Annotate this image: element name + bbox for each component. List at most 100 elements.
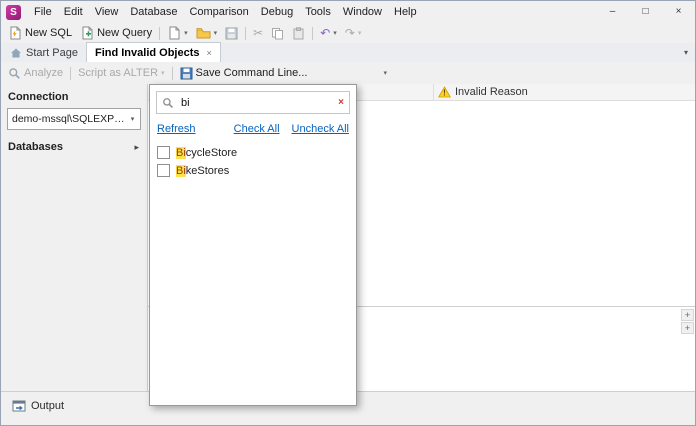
chevron-right-icon: ▸ (134, 142, 139, 153)
save-command-line-label: Save Command Line... (196, 67, 308, 79)
list-item-bicyclestore[interactable]: BicycleStore (156, 145, 350, 160)
output-icon (12, 400, 26, 412)
svg-text:!: ! (443, 89, 446, 98)
open-file-dropdown-icon[interactable]: ▾ (214, 29, 218, 37)
script-as-alter-button[interactable]: Script as ALTER ▾ (74, 66, 168, 80)
tab-find-invalid-objects[interactable]: Find Invalid Objects × (86, 42, 221, 63)
paste-icon (292, 27, 305, 40)
connection-combobox[interactable]: demo-mssql\SQLEXPRESS ▾ (7, 108, 141, 130)
popup-links-row: Refresh Check All Uncheck All (156, 123, 350, 135)
cut-button[interactable]: ✂ (249, 26, 267, 40)
tab-find-invalid-objects-label: Find Invalid Objects (95, 47, 200, 59)
uncheck-all-link[interactable]: Uncheck All (292, 123, 349, 135)
menu-item-window[interactable]: Window (337, 1, 388, 23)
maximize-button[interactable]: □ (629, 1, 662, 23)
menu-item-view[interactable]: View (89, 1, 125, 23)
command-bar-dropdown-icon[interactable]: ▾ (383, 69, 387, 77)
new-sql-icon (8, 26, 22, 40)
analyze-label: Analyze (24, 67, 63, 79)
close-button[interactable]: × (662, 1, 695, 23)
new-document-icon (167, 26, 181, 40)
check-all-link[interactable]: Check All (234, 123, 280, 135)
new-query-label: New Query (97, 27, 152, 39)
redo-dropdown-icon[interactable]: ▾ (358, 29, 362, 37)
main-toolbar: New SQL New Query ▾ ▾ ✂ ↶ ▾ (1, 23, 695, 44)
script-as-alter-label: Script as ALTER (78, 67, 158, 79)
copy-button[interactable] (267, 26, 288, 41)
database-list: BicycleStore BikeStores (156, 145, 350, 178)
warning-icon: ! (438, 86, 451, 98)
output-tab[interactable]: Output (5, 398, 71, 414)
magnifier-icon (8, 67, 21, 80)
undo-dropdown-icon[interactable]: ▾ (333, 29, 337, 37)
new-query-button[interactable]: New Query (76, 25, 156, 41)
app-window: S File Edit View Database Comparison Deb… (0, 0, 696, 426)
save-icon (225, 27, 238, 40)
app-logo-icon: S (6, 5, 21, 20)
tab-start-page[interactable]: Start Page (2, 43, 86, 62)
connection-label: Connection (8, 91, 141, 103)
menu-item-tools[interactable]: Tools (299, 1, 337, 23)
open-folder-icon (196, 27, 211, 40)
toolbar-separator (159, 27, 160, 40)
databases-expander[interactable]: Databases ▸ (7, 141, 141, 153)
minimize-button[interactable]: – (596, 1, 629, 23)
menu-item-edit[interactable]: Edit (58, 1, 89, 23)
menu-item-database[interactable]: Database (124, 1, 183, 23)
script-as-alter-dropdown-icon[interactable]: ▾ (161, 69, 165, 77)
window-controls: – □ × (596, 1, 695, 23)
new-sql-button[interactable]: New SQL (4, 25, 76, 41)
new-sql-label: New SQL (25, 27, 72, 39)
output-tab-label: Output (31, 400, 64, 412)
connection-dropdown-icon[interactable]: ▾ (125, 115, 140, 123)
save-command-line-icon (180, 67, 193, 80)
redo-icon: ↷ (345, 27, 355, 39)
pane-control-button[interactable]: + (681, 322, 694, 334)
column-header-invalid-reason[interactable]: ! Invalid Reason (434, 84, 695, 100)
bicyclestore-checkbox[interactable] (157, 146, 170, 159)
paste-button[interactable] (288, 26, 309, 41)
command-bar: Analyze Script as ALTER ▾ Save Command L… (1, 62, 695, 85)
pane-controls: + + (681, 309, 694, 334)
toolbar-separator (312, 27, 313, 40)
save-button[interactable] (221, 26, 242, 41)
document-tab-strip: Start Page Find Invalid Objects × ▾ (1, 43, 695, 63)
bicyclestore-label: BicycleStore (176, 147, 237, 159)
clear-search-icon[interactable]: × (338, 97, 344, 108)
analyze-button[interactable]: Analyze (4, 66, 67, 81)
database-search-input[interactable] (179, 96, 333, 110)
menu-bar: File Edit View Database Comparison Debug… (28, 1, 423, 23)
cut-icon: ✂ (253, 27, 263, 39)
list-item-bikestores[interactable]: BikeStores (156, 163, 350, 178)
start-page-icon (10, 47, 22, 59)
new-query-icon (80, 26, 94, 40)
menu-item-file[interactable]: File (28, 1, 58, 23)
tab-overflow-dropdown-icon[interactable]: ▾ (684, 48, 688, 57)
bikestores-checkbox[interactable] (157, 164, 170, 177)
database-search-box: × (156, 91, 350, 114)
search-icon (162, 97, 174, 109)
databases-label: Databases (8, 141, 63, 153)
new-document-dropdown-icon[interactable]: ▾ (184, 29, 188, 37)
refresh-link[interactable]: Refresh (157, 123, 196, 135)
open-file-button[interactable]: ▾ (192, 26, 222, 41)
tab-close-icon[interactable]: × (207, 48, 212, 58)
undo-icon: ↶ (320, 27, 330, 39)
redo-button[interactable]: ↷ ▾ (341, 26, 366, 40)
command-bar-separator (70, 67, 71, 80)
tab-start-page-label: Start Page (26, 47, 78, 59)
new-document-button[interactable]: ▾ (163, 25, 192, 41)
databases-filter-popup: × Refresh Check All Uncheck All BicycleS… (149, 84, 357, 406)
pane-control-button[interactable]: + (681, 309, 694, 321)
invalid-reason-header-label: Invalid Reason (455, 86, 528, 98)
copy-icon (271, 27, 284, 40)
menu-item-debug[interactable]: Debug (255, 1, 299, 23)
connection-value: demo-mssql\SQLEXPRESS (12, 113, 125, 125)
connection-sidebar: Connection demo-mssql\SQLEXPRESS ▾ Datab… (1, 84, 148, 391)
menu-item-comparison[interactable]: Comparison (183, 1, 254, 23)
title-bar: S File Edit View Database Comparison Deb… (1, 1, 695, 23)
bikestores-label: BikeStores (176, 165, 229, 177)
menu-item-help[interactable]: Help (388, 1, 423, 23)
undo-button[interactable]: ↶ ▾ (316, 26, 341, 40)
save-command-line-button[interactable]: Save Command Line... (176, 66, 312, 81)
